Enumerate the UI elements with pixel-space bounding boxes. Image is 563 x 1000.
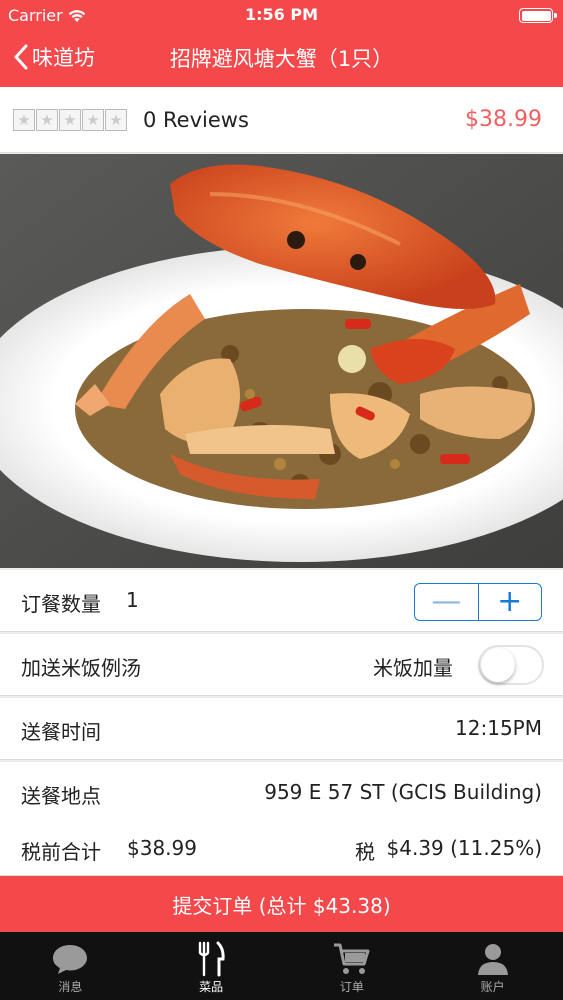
quantity-row: 订餐数量 1 — + [0, 570, 563, 632]
tab-label: 菜品 [199, 980, 224, 994]
page-title: 招牌避风塘大蟹（1只） [169, 47, 394, 71]
star-icon: ★ [59, 109, 81, 131]
reviews-link[interactable]: 0 Reviews [143, 108, 249, 132]
status-bar: Carrier 1:56 PM [0, 0, 563, 30]
delivery-address-row[interactable]: 送餐地点 959 E 57 ST (GCIS Building) [0, 762, 563, 824]
tab-account[interactable]: 账户 [422, 932, 563, 1000]
status-time: 1:56 PM [244, 5, 318, 24]
item-price: $38.99 [465, 107, 542, 132]
shopping-cart-icon [332, 940, 372, 978]
star-icon: ★ [82, 109, 104, 131]
tab-messages[interactable]: 消息 [0, 932, 141, 1000]
user-icon [476, 940, 510, 978]
rice-soup-label: 加送米饭例汤 [21, 656, 141, 680]
tab-label: 消息 [58, 980, 83, 994]
delivery-time-label: 送餐时间 [21, 720, 101, 744]
delivery-address-label: 送餐地点 [21, 784, 101, 808]
tab-bar: 消息 菜品 订单 账户 [0, 932, 563, 1000]
delivery-time-value[interactable]: 12:15PM [455, 716, 542, 740]
subtotal-label: 税前合计 [21, 840, 101, 864]
nav-bar: 味道坊 招牌避风塘大蟹（1只） [0, 30, 563, 87]
quantity-label: 订餐数量 [21, 592, 101, 616]
battery-icon [519, 8, 557, 23]
rice-soup-row: 加送米饭例汤 米饭加量 [0, 634, 563, 696]
star-icon: ★ [13, 109, 35, 131]
tab-orders[interactable]: 订单 [282, 932, 423, 1000]
tab-label: 账户 [480, 980, 505, 994]
dish-photo [0, 154, 563, 568]
submit-order-button[interactable]: 提交订单 (总计 $43.38) [0, 876, 563, 932]
delivery-time-row[interactable]: 送餐时间 12:15PM [0, 698, 563, 760]
crab-dish-image [0, 154, 563, 568]
rating-price-row: ★ ★ ★ ★ ★ 0 Reviews $38.99 [0, 87, 563, 153]
decrement-button[interactable]: — [415, 584, 479, 620]
tab-label: 订单 [339, 980, 364, 994]
quantity-stepper[interactable]: — + [414, 583, 542, 621]
fork-knife-icon [196, 940, 226, 978]
star-icon: ★ [36, 109, 58, 131]
chat-bubble-icon [51, 940, 89, 978]
star-rating: ★ ★ ★ ★ ★ [13, 109, 127, 131]
increment-button[interactable]: + [479, 584, 542, 620]
quantity-value: 1 [126, 588, 139, 612]
extra-rice-toggle[interactable] [478, 645, 544, 685]
totals-row: 税前合计 $38.99 税 $4.39 (11.25%) [0, 818, 563, 876]
tax-value: $4.39 (11.25%) [386, 836, 542, 860]
tab-dishes[interactable]: 菜品 [141, 932, 282, 1000]
star-icon: ★ [105, 109, 127, 131]
tax-label: 税 [355, 840, 375, 864]
subtotal-value: $38.99 [127, 836, 197, 860]
extra-rice-label: 米饭加量 [373, 656, 453, 680]
delivery-address-value[interactable]: 959 E 57 ST (GCIS Building) [264, 780, 542, 804]
